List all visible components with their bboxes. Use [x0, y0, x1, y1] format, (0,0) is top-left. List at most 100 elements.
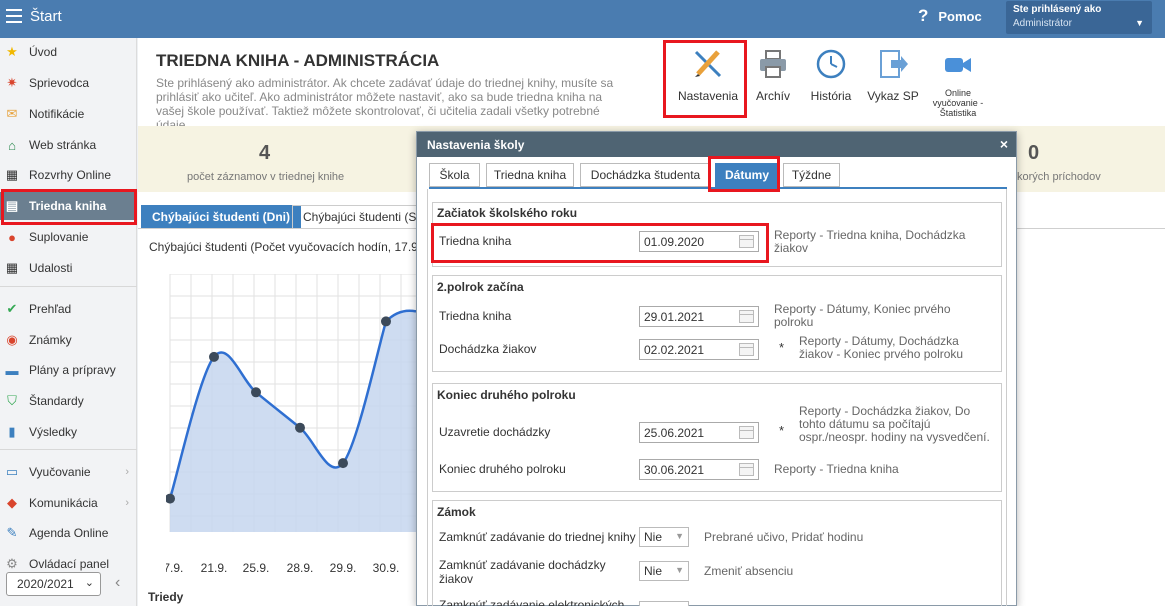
date-input[interactable]: 02.02.2021	[639, 339, 759, 360]
monitor-icon: ▭	[5, 464, 19, 479]
close-icon[interactable]: ×	[1000, 136, 1008, 152]
calendar-icon[interactable]	[739, 343, 754, 356]
field-label: Uzavretie dochádzky	[439, 425, 551, 439]
field-label: Zamknúť zadávanie dochádzky žiakov	[439, 558, 606, 586]
section-title: Začiatok školského roku	[437, 206, 578, 220]
section-second-semester-start: 2.polrok začína Triedna kniha 29.01.2021…	[432, 275, 1002, 372]
chart-point	[381, 316, 391, 327]
field-label: Zamknúť zadávanie do triednej knihy	[439, 530, 636, 544]
history-button[interactable]: História	[806, 48, 856, 103]
chart-point	[209, 351, 219, 362]
tab-tyzdne[interactable]: Týždne	[783, 163, 840, 187]
chevron-down-icon: ▼	[675, 531, 684, 541]
sidebar-item-rozvrhy[interactable]: ▦ Rozvrhy Online	[0, 161, 137, 189]
date-value: 02.02.2021	[644, 343, 705, 357]
sidebar-divider	[0, 286, 137, 287]
tab-missing-days[interactable]: Chýbajúci študenti (Dni)	[141, 205, 301, 228]
report-button[interactable]: Vykaz SP	[864, 48, 922, 103]
envelope-icon: ✉	[6, 106, 18, 121]
field-note: Reporty - Triedna kniha	[774, 462, 899, 476]
sidebar-item-label: Plány a prípravy	[29, 363, 116, 377]
chevron-down-icon: ▼	[675, 565, 684, 575]
field-note: Reporty - Dochádzka žiakov, Do tohto dát…	[799, 404, 990, 444]
section-second-semester-end: Koniec druhého polroku Uzavretie dochádz…	[432, 383, 1002, 492]
sidebar-item-prehlad[interactable]: ✔ Prehľad	[0, 295, 137, 323]
x-tick-label: 25.9.	[243, 561, 270, 575]
field-note: Prebrané učivo, Pridať hodinu	[704, 530, 864, 544]
online-stats-label: Online vyučovanie - Štatistika	[932, 88, 984, 118]
date-input[interactable]: 30.06.2021	[639, 459, 759, 480]
user-label: Ste prihlásený ako	[1013, 4, 1102, 15]
section-title: Koniec druhého polroku	[437, 388, 576, 402]
sidebar-item-komunikacia[interactable]: ◆ Komunikácia ›	[0, 489, 137, 517]
help-button[interactable]: ? Pomoc	[918, 6, 982, 26]
calendar-icon[interactable]	[739, 463, 754, 476]
x-tick-label: 17.9.	[166, 561, 183, 575]
tab-dochadzka[interactable]: Dochádzka študenta	[580, 163, 711, 187]
section-title: 2.polrok začína	[437, 280, 524, 294]
calendar-icon: ▦	[5, 260, 19, 275]
star-icon: ★	[6, 44, 18, 59]
chevron-down-icon: ▼	[1135, 18, 1144, 28]
sidebar-item-notifikacie[interactable]: ✉ Notifikácie	[0, 100, 137, 128]
sidebar-item-suplovanie[interactable]: ● Suplovanie	[0, 223, 137, 251]
date-input[interactable]: 29.01.2021	[639, 306, 759, 327]
tab-skola[interactable]: Škola	[429, 163, 480, 187]
x-tick-label: 29.9.	[330, 561, 357, 575]
online-stats-button[interactable]: Online vyučovanie - Štatistika	[926, 48, 990, 118]
help-label: Pomoc	[938, 8, 982, 24]
person-icon: ●	[8, 229, 16, 245]
sidebar-item-label: Udalosti	[29, 261, 73, 275]
sidebar-item-standardy[interactable]: ⛉ Štandardy	[0, 387, 137, 415]
year-select[interactable]: 2020/2021 ⌄	[6, 572, 101, 596]
chevron-down-icon: ⌄	[84, 577, 94, 589]
field-note: Reporty - Dátumy, Koniec prvého polroku	[774, 302, 951, 329]
tab-missing-hours[interactable]: Chýbajúci študenti (S	[292, 205, 417, 228]
sidebar-item-label: Rozvrhy Online	[29, 168, 112, 182]
sidebar-item-label: Notifikácie	[29, 107, 85, 121]
section-title: Zámok	[437, 505, 476, 519]
sidebar-item-web[interactable]: ⌂ Web stránka	[0, 131, 137, 159]
tab-triedna-kniha[interactable]: Triedna kniha	[486, 163, 574, 187]
dialog-title: Nastavenia školy	[427, 138, 525, 152]
menu-icon[interactable]	[6, 9, 22, 23]
lock-classbook-select[interactable]: Nie ▼	[639, 527, 689, 547]
date-value: 30.06.2021	[644, 463, 705, 477]
date-input[interactable]: 25.06.2021	[639, 422, 759, 443]
page-title: TRIEDNA KNIHA - ADMINISTRÁCIA	[156, 51, 440, 70]
collapse-sidebar-icon[interactable]: ‹	[115, 574, 120, 592]
sidebar-item-label: Suplovanie	[29, 230, 89, 244]
select-value: Nie	[644, 564, 663, 578]
archive-button[interactable]: Archív	[751, 48, 795, 103]
chart-point	[338, 458, 348, 469]
calendar-icon[interactable]	[739, 310, 754, 323]
lock-electronic-select[interactable]	[639, 601, 689, 606]
sidebar-item-agenda[interactable]: ✎ Agenda Online	[0, 519, 137, 547]
sidebar-item-znamky[interactable]: ◉ Známky	[0, 326, 137, 354]
highlight-datumy-tab	[708, 156, 780, 192]
late-label: korých príchodov	[1017, 171, 1101, 183]
sidebar-item-uvod[interactable]: ★ Úvod	[0, 38, 137, 66]
settings-dialog: Nastavenia školy × Škola Triedna kniha D…	[416, 131, 1017, 606]
sidebar-item-plany[interactable]: ▬ Plány a prípravy	[0, 356, 137, 384]
sidebar-item-sprievodca[interactable]: ✷ Sprievodca	[0, 69, 137, 97]
sidebar-item-label: Výsledky	[29, 425, 78, 439]
sidebar-item-udalosti[interactable]: ▦ Udalosti	[0, 254, 137, 282]
highlight-triedna-kniha	[1, 189, 137, 225]
field-label: Triedna kniha	[439, 309, 512, 323]
chevron-right-icon: ›	[125, 497, 129, 509]
calendar-icon[interactable]	[739, 426, 754, 439]
grade-icon: ◉	[6, 332, 18, 347]
sidebar-item-label: Známky	[29, 333, 72, 347]
user-menu[interactable]: Ste prihlásený ako Administrátor ▼	[1006, 1, 1152, 34]
top-bar: Štart ? Pomoc Ste prihlásený ako Adminis…	[0, 0, 1165, 38]
sidebar-item-vysledky[interactable]: ▮ Výsledky	[0, 418, 137, 446]
lock-attendance-select[interactable]: Nie ▼	[639, 561, 689, 581]
page-description: Ste prihlásený ako administrátor. Ak chc…	[156, 76, 614, 132]
sidebar-item-vyucovanie[interactable]: ▭ Vyučovanie ›	[0, 458, 137, 486]
x-tick-label: 28.9.	[287, 561, 314, 575]
sidebar-item-label: Úvod	[29, 45, 58, 59]
sidebar-item-label: Prehľad	[29, 302, 72, 316]
app-title[interactable]: Štart	[30, 8, 62, 25]
year-value: 2020/2021	[17, 577, 74, 591]
